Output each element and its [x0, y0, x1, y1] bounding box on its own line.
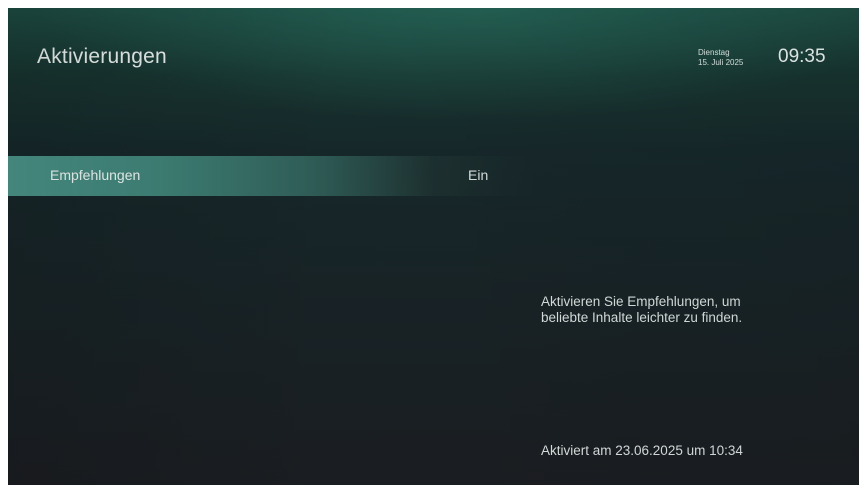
date-display: Dienstag 15. Juli 2025 [698, 48, 743, 68]
setting-description: Aktivieren Sie Empfehlungen, um beliebte… [541, 294, 743, 325]
settings-row-label: Empfehlungen [50, 167, 141, 183]
date-label: 15. Juli 2025 [698, 58, 744, 67]
weekday-label: Dienstag [698, 48, 730, 57]
page-title: Aktivierungen [37, 45, 167, 68]
settings-row-empfehlungen[interactable]: Empfehlungen Ein [8, 156, 859, 196]
settings-row-value: Ein [468, 167, 489, 183]
clock: 09:35 [778, 46, 826, 67]
tv-screen: Aktivierungen Dienstag 15. Juli 2025 09:… [8, 8, 859, 485]
activation-timestamp: Aktiviert am 23.06.2025 um 10:34 [541, 443, 743, 458]
